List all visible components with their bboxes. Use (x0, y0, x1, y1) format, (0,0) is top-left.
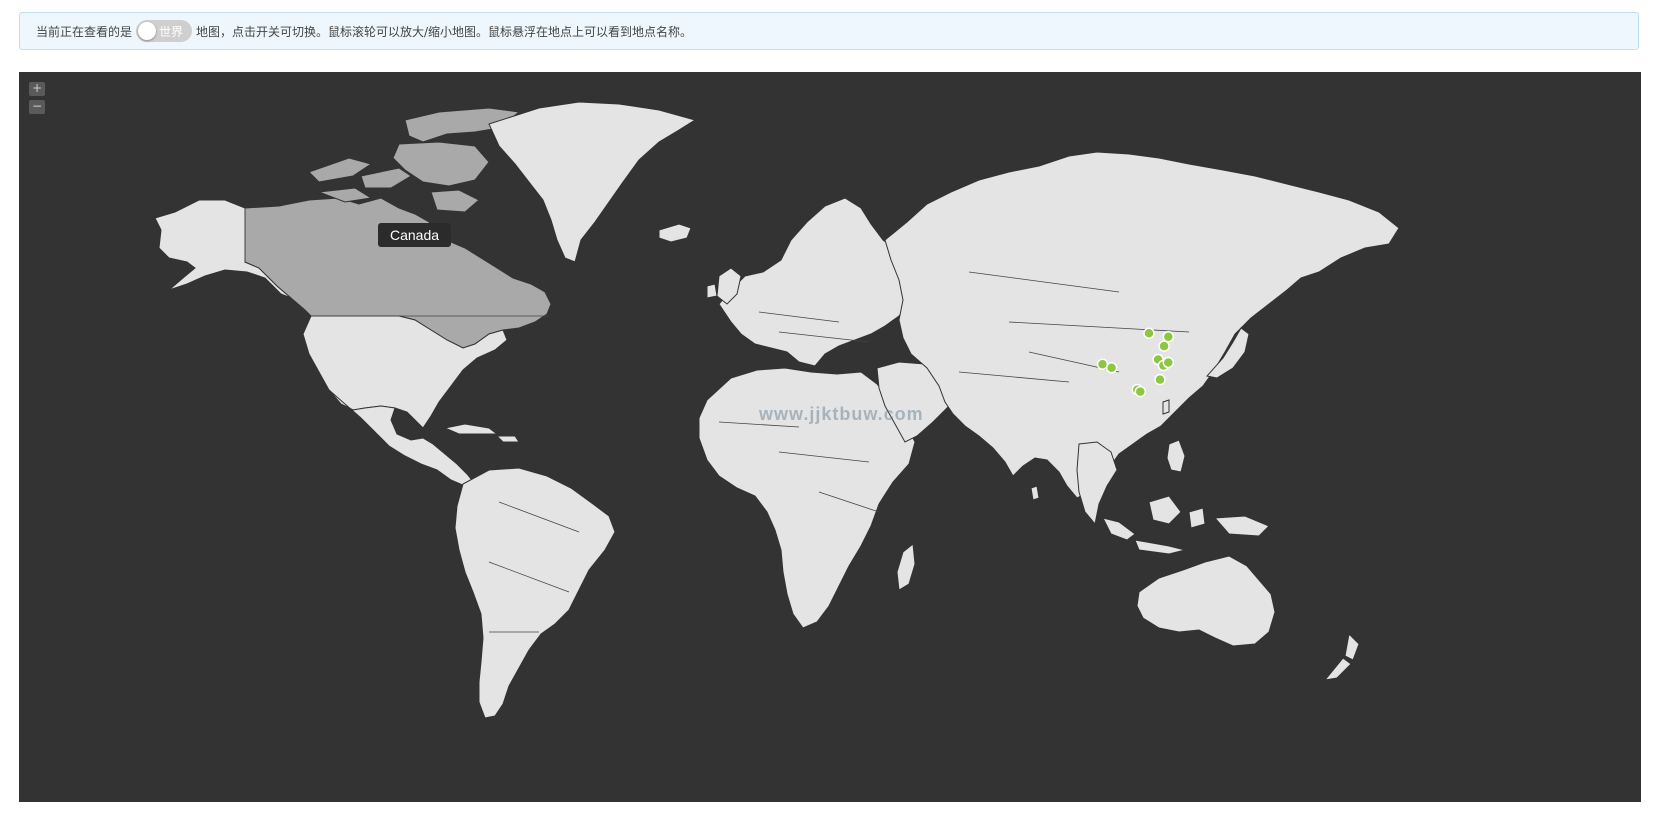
map-toggle-switch[interactable]: 世界 (136, 20, 193, 42)
info-prefix-text: 当前正在查看的是 (36, 24, 133, 39)
region-asia[interactable] (884, 151, 1400, 499)
region-canada-arctic-islands[interactable] (308, 107, 521, 213)
location-marker[interactable] (1162, 330, 1175, 343)
watermark: www.jjktbuw.com (759, 404, 924, 424)
info-suffix-text: 地图，点击开关可切换。鼠标滚轮可以放大/缩小地图。鼠标悬浮在地点上可以看到地点名… (196, 24, 693, 39)
location-marker[interactable] (1158, 340, 1170, 352)
region-australia[interactable] (1136, 555, 1276, 647)
location-marker[interactable] (1143, 327, 1155, 340)
region-europe[interactable] (718, 197, 916, 367)
map-canvas[interactable] (19, 72, 1641, 802)
region-caribbean[interactable] (443, 423, 520, 443)
region-iceland[interactable] (658, 223, 692, 243)
region-indonesia[interactable] (1102, 495, 1270, 555)
region-madagascar[interactable] (896, 543, 916, 591)
toggle-label: 世界 (159, 25, 184, 39)
region-new-zealand[interactable] (1323, 632, 1360, 681)
region-south-america[interactable] (454, 467, 616, 719)
zoom-in-button[interactable]: + (29, 82, 45, 96)
location-marker[interactable] (1154, 373, 1166, 386)
toggle-knob[interactable] (138, 22, 157, 40)
world-map[interactable]: + − Canada www.jjktbuw.com (19, 72, 1641, 802)
region-sri-lanka[interactable] (1030, 485, 1040, 501)
location-marker[interactable] (1162, 356, 1175, 369)
zoom-out-button[interactable]: − (29, 100, 45, 114)
map-tooltip: Canada (378, 223, 452, 247)
location-marker[interactable] (1134, 385, 1147, 398)
region-taiwan[interactable] (1162, 399, 1170, 415)
region-southeast-asia[interactable] (1076, 441, 1118, 526)
location-marker[interactable] (1105, 362, 1118, 374)
info-banner: 当前正在查看的是 世界 地图，点击开关可切换。鼠标滚轮可以放大/缩小地图。鼠标悬… (19, 12, 1639, 50)
region-philippines[interactable] (1166, 439, 1186, 473)
